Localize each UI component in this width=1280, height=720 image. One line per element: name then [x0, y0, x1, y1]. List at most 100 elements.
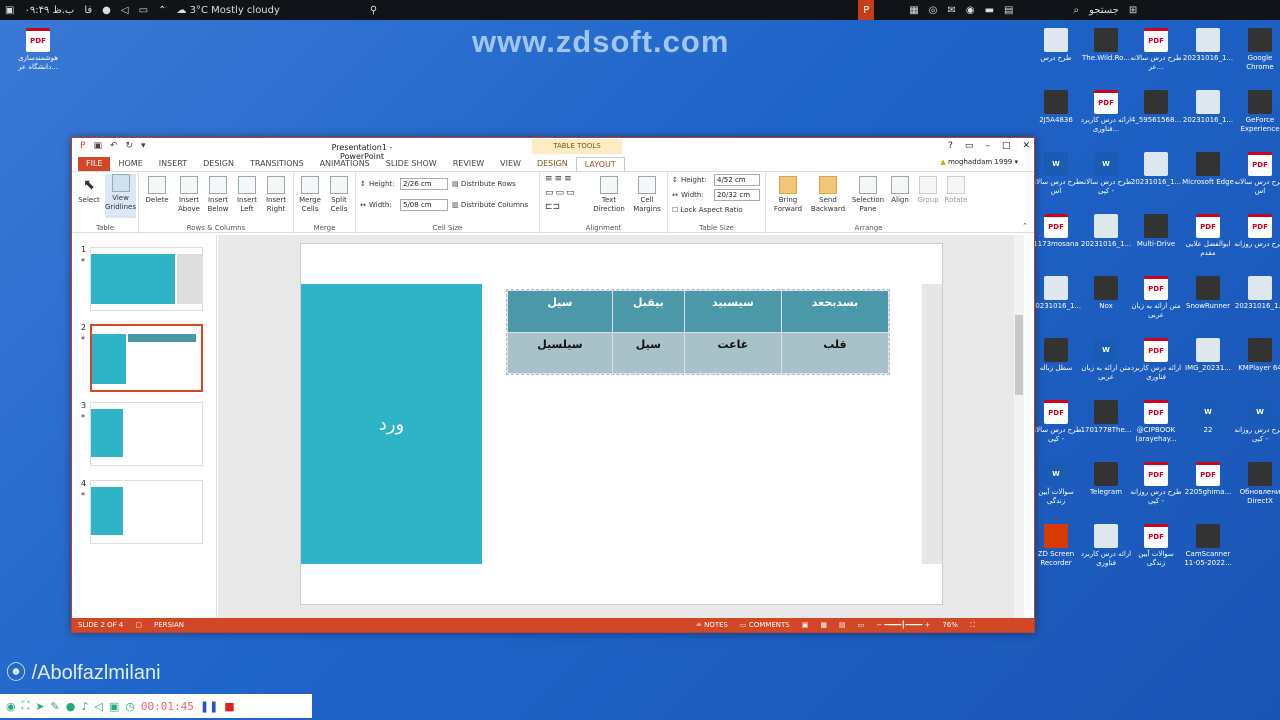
desktop-icon[interactable]: PDF سوالات آیین زندگی: [1130, 524, 1182, 568]
tab-layout[interactable]: LAYOUT: [575, 157, 625, 171]
table-cell[interactable]: سیل: [507, 290, 613, 333]
distribute-rows-button[interactable]: ▤ Distribute Rows: [452, 180, 516, 188]
notification-icon[interactable]: ▣: [0, 0, 19, 20]
table-cell[interactable]: سیسبید: [683, 290, 782, 333]
desktop-icon[interactable]: 2J5A4836: [1030, 90, 1082, 125]
slide-thumbnail-1[interactable]: [90, 247, 203, 311]
slide-thumbnail-4[interactable]: [90, 480, 203, 544]
lock-aspect-ratio-checkbox[interactable]: ☐ Lock Aspect Ratio: [672, 206, 743, 214]
desktop-icon[interactable]: 4_59561568...: [1130, 90, 1182, 125]
select-button[interactable]: ⬉ Select: [75, 176, 103, 205]
mic-icon[interactable]: ♪: [81, 700, 88, 713]
desktop-icon[interactable]: GeForce Experience: [1234, 90, 1280, 134]
zoom-level[interactable]: 76%: [936, 621, 964, 629]
cell-align-icons[interactable]: ⊏⊐: [545, 202, 560, 212]
volume-icon[interactable]: ◁: [116, 0, 134, 20]
text-direction-button[interactable]: Text Direction: [592, 176, 626, 214]
merge-cells-button[interactable]: Merge Cells: [296, 176, 324, 214]
desktop-icon[interactable]: CamScanner 11-05-2022...: [1182, 524, 1234, 568]
minimize-button[interactable]: –: [985, 141, 990, 151]
maximize-button[interactable]: □: [1002, 141, 1011, 151]
desktop-icon[interactable]: ZD Screen Recorder: [1030, 524, 1082, 568]
desktop-icon[interactable]: W طرح درس روزانه - کپی: [1234, 400, 1280, 444]
desktop-icon[interactable]: KMPlayer 64: [1234, 338, 1280, 373]
mail-icon[interactable]: ✉: [942, 0, 960, 20]
desktop-icon[interactable]: PDF 1173mosana: [1030, 214, 1082, 249]
desktop-icon[interactable]: The.Wild.Ro...: [1080, 28, 1132, 63]
chevron-up-icon[interactable]: ⌃: [153, 0, 171, 20]
powerpoint-taskbar-icon[interactable]: P: [858, 0, 875, 20]
zoom-slider[interactable]: − ━━━━┃━━━━ +: [870, 621, 936, 629]
group-button[interactable]: Group: [914, 176, 942, 205]
taskview-icon[interactable]: ▤: [999, 0, 1018, 20]
desktop-icon[interactable]: PDF طرح درس روزانه - کپی: [1130, 462, 1182, 506]
stop-icon[interactable]: ■: [224, 700, 234, 713]
slide-thumbnail-3[interactable]: [90, 402, 203, 466]
desktop-icon[interactable]: PDF طرح درس سالانه عر...: [1130, 28, 1182, 72]
desktop-icon[interactable]: Обновлени DirectX: [1234, 462, 1280, 506]
desktop-icon[interactable]: PDF @CIPBOOK (arayehay...: [1130, 400, 1182, 444]
desktop-icon[interactable]: PDF متن ارائه به زبان عربی: [1130, 276, 1182, 320]
pause-icon[interactable]: ❚❚: [200, 700, 218, 713]
desktop-icon[interactable]: W 22: [1182, 400, 1234, 435]
insert-above-button[interactable]: Insert Above: [175, 176, 203, 214]
align-button[interactable]: Align: [886, 176, 914, 205]
delete-button[interactable]: Delete: [143, 176, 171, 205]
language-indicator[interactable]: فا: [79, 0, 97, 20]
camera-icon[interactable]: ▣: [109, 700, 119, 713]
table-width-input[interactable]: 20/32 cm: [714, 189, 760, 201]
desktop-icon[interactable]: IMG_20231...: [1182, 338, 1234, 373]
cell-margins-button[interactable]: Cell Margins: [630, 176, 664, 214]
desktop-icon[interactable]: PDF ابوالفضل علایی مقدم: [1182, 214, 1234, 258]
table-cell[interactable]: قلب: [780, 331, 890, 374]
sorter-view-icon[interactable]: ▦: [814, 621, 833, 629]
desktop-icon[interactable]: 20231016_1...: [1130, 152, 1182, 187]
desktop-icon[interactable]: PDF ارائه درس کاربرد فناوری: [1130, 338, 1182, 382]
view-gridlines-button[interactable]: View Gridlines: [105, 174, 136, 218]
tab-home[interactable]: HOME: [110, 157, 150, 171]
desktop-icon[interactable]: PDF ارائه درس کاربرد فناوری...: [1080, 90, 1132, 134]
webcam-icon[interactable]: ●: [66, 700, 76, 713]
distribute-columns-button[interactable]: ▥ Distribute Columns: [452, 201, 528, 209]
desktop-icon[interactable]: 20231016_1...: [1030, 276, 1082, 311]
cursor-icon[interactable]: ➤: [35, 700, 44, 713]
align-horizontal-icons[interactable]: ≡≡≡: [545, 174, 574, 184]
tab-file[interactable]: FILE: [78, 157, 111, 171]
whatsapp-icon[interactable]: ◎: [924, 0, 943, 20]
desktop-icon[interactable]: PDF طرح درس روزانه: [1234, 214, 1280, 249]
edge-icon[interactable]: ◉: [961, 0, 980, 20]
desktop-icon[interactable]: W متن ارائه به زبان عربی: [1080, 338, 1132, 382]
desktop-icon[interactable]: 20231016_1...: [1182, 28, 1234, 63]
desktop-icon[interactable]: PDF 2205ghima...: [1182, 462, 1234, 497]
windows-start-icon[interactable]: ⊞: [1124, 0, 1142, 20]
slide-table[interactable]: سیل بیقبل سیسبید بسدبحعد سیلسیل سیل غاعت…: [506, 289, 890, 375]
collapse-ribbon-icon[interactable]: ⌃: [1022, 222, 1028, 230]
tab-table-design[interactable]: DESIGN: [529, 157, 576, 171]
fit-slide-icon[interactable]: ⛶: [964, 621, 981, 630]
desktop-icon[interactable]: W سوالات آیین زندگی: [1030, 462, 1082, 506]
save-icon[interactable]: ▣: [93, 141, 102, 151]
table-height-input[interactable]: 4/52 cm: [714, 174, 760, 186]
eye-icon[interactable]: ◉: [6, 700, 16, 713]
insert-below-button[interactable]: Insert Below: [204, 176, 232, 214]
close-button[interactable]: ✕: [1022, 141, 1030, 151]
explorer-icon[interactable]: ▬: [980, 0, 999, 20]
pen-icon[interactable]: ✎: [51, 700, 60, 713]
insert-right-button[interactable]: Insert Right: [262, 176, 290, 214]
send-backward-button[interactable]: Send Backward: [808, 176, 848, 214]
user-account[interactable]: ▲ moghaddam 1999 ▾: [940, 158, 1018, 166]
desktop-icon[interactable]: PDF طرح درس سالانه اس: [1234, 152, 1280, 196]
desktop-icon[interactable]: طرح درس: [1030, 28, 1082, 63]
table-cell[interactable]: سیلسیل: [507, 331, 613, 374]
reading-view-icon[interactable]: ▤: [833, 621, 852, 629]
tab-insert[interactable]: INSERT: [151, 157, 195, 171]
desktop-icon[interactable]: 1701778The...: [1080, 400, 1132, 435]
language-status[interactable]: PERSIAN: [148, 621, 190, 629]
rotate-button[interactable]: Rotate: [942, 176, 970, 205]
desktop-icon[interactable]: Multi-Drive: [1130, 214, 1182, 249]
notes-button[interactable]: ≐ NOTES: [690, 621, 734, 629]
slide-canvas[interactable]: ورد سیل بیقبل سیسبید بسدبحعد سیلسیل سیل: [300, 243, 943, 605]
align-vertical-icons[interactable]: ▭▭▭: [545, 188, 577, 198]
tab-transitions[interactable]: TRANSITIONS: [242, 157, 312, 171]
store-icon[interactable]: ▦: [904, 0, 923, 20]
